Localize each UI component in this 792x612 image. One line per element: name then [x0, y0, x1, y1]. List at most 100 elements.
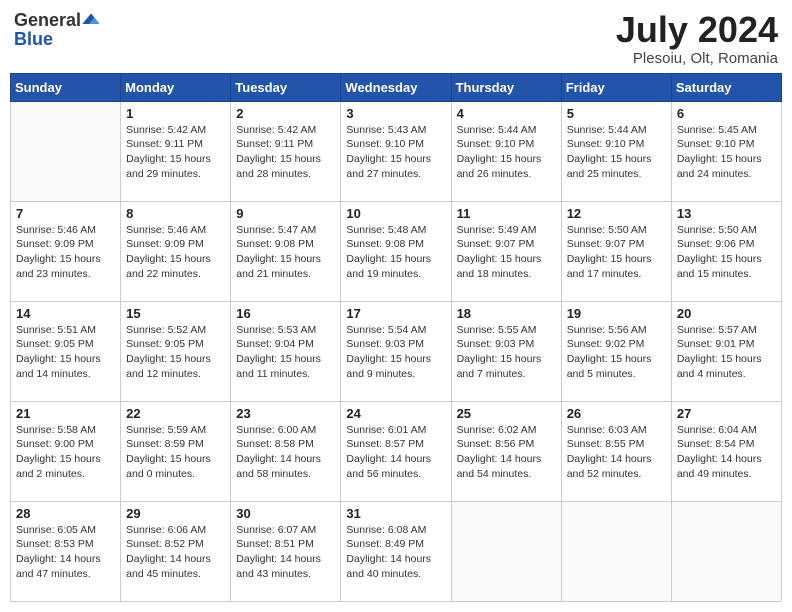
calendar-cell: 4 Sunrise: 5:44 AMSunset: 9:10 PMDaylight… [451, 101, 561, 201]
day-info: Sunrise: 5:52 AMSunset: 9:05 PMDaylight:… [126, 323, 225, 382]
weekday-header-friday: Friday [561, 73, 671, 101]
day-info: Sunrise: 5:47 AMSunset: 9:08 PMDaylight:… [236, 223, 335, 282]
calendar-title: July 2024 [616, 10, 778, 50]
weekday-header-thursday: Thursday [451, 73, 561, 101]
title-area: July 2024 Plesoiu, Olt, Romania [616, 10, 778, 67]
weekday-header-saturday: Saturday [671, 73, 781, 101]
calendar-cell: 13Sunrise: 5:50 AMSunset: 9:06 PMDayligh… [671, 201, 781, 301]
day-info: Sunrise: 5:51 AMSunset: 9:05 PMDaylight:… [16, 323, 115, 382]
day-number: 22 [126, 406, 225, 421]
day-info: Sunrise: 5:44 AMSunset: 9:10 PMDaylight:… [457, 123, 556, 182]
calendar-cell: 17 Sunrise: 5:54 AMSunset: 9:03 PMDayligh… [341, 301, 451, 401]
day-number: 4 [457, 106, 556, 121]
day-number: 27 [677, 406, 776, 421]
week-row-5: 28 Sunrise: 6:05 AMSunset: 8:53 PMDayligh… [11, 501, 782, 601]
calendar-cell: 21 Sunrise: 5:58 AMSunset: 9:00 PMDayligh… [11, 401, 121, 501]
day-info: Sunrise: 5:44 AMSunset: 9:10 PMDaylight:… [567, 123, 666, 182]
day-number: 28 [16, 506, 115, 521]
calendar-cell: 22 Sunrise: 5:59 AMSunset: 8:59 PMDayligh… [121, 401, 231, 501]
day-number: 17 [346, 306, 445, 321]
day-info: Sunrise: 5:46 AMSunset: 9:09 PMDaylight:… [126, 223, 225, 282]
day-info: Sunrise: 5:50 AMSunset: 9:07 PMDaylight:… [567, 223, 666, 282]
day-number: 21 [16, 406, 115, 421]
logo: General Blue [14, 10, 101, 48]
calendar-cell [11, 101, 121, 201]
day-number: 15 [126, 306, 225, 321]
header: General Blue July 2024 Plesoiu, Olt, Rom… [10, 10, 782, 67]
calendar-cell: 3 Sunrise: 5:43 AMSunset: 9:10 PMDaylight… [341, 101, 451, 201]
logo-blue: Blue [14, 30, 53, 48]
calendar-cell: 25 Sunrise: 6:02 AMSunset: 8:56 PMDayligh… [451, 401, 561, 501]
calendar-cell: 19 Sunrise: 5:56 AMSunset: 9:02 PMDayligh… [561, 301, 671, 401]
day-number: 13 [677, 206, 776, 221]
day-info: Sunrise: 6:04 AMSunset: 8:54 PMDaylight:… [677, 423, 776, 482]
day-info: Sunrise: 5:46 AMSunset: 9:09 PMDaylight:… [16, 223, 115, 282]
logo-general: General [14, 11, 81, 29]
calendar-table: SundayMondayTuesdayWednesdayThursdayFrid… [10, 73, 782, 602]
day-info: Sunrise: 5:56 AMSunset: 9:02 PMDaylight:… [567, 323, 666, 382]
day-number: 7 [16, 206, 115, 221]
day-number: 18 [457, 306, 556, 321]
day-number: 30 [236, 506, 335, 521]
calendar-cell: 10 Sunrise: 5:48 AMSunset: 9:08 PMDayligh… [341, 201, 451, 301]
day-number: 9 [236, 206, 335, 221]
day-info: Sunrise: 6:06 AMSunset: 8:52 PMDaylight:… [126, 523, 225, 582]
weekday-header-tuesday: Tuesday [231, 73, 341, 101]
calendar-cell: 8Sunrise: 5:46 AMSunset: 9:09 PMDaylight… [121, 201, 231, 301]
week-row-2: 7 Sunrise: 5:46 AMSunset: 9:09 PMDaylight… [11, 201, 782, 301]
week-row-1: 1 Sunrise: 5:42 AMSunset: 9:11 PMDaylight… [11, 101, 782, 201]
day-info: Sunrise: 5:42 AMSunset: 9:11 PMDaylight:… [236, 123, 335, 182]
day-number: 11 [457, 206, 556, 221]
day-info: Sunrise: 5:45 AMSunset: 9:10 PMDaylight:… [677, 123, 776, 182]
day-info: Sunrise: 6:07 AMSunset: 8:51 PMDaylight:… [236, 523, 335, 582]
calendar-cell [671, 501, 781, 601]
day-number: 12 [567, 206, 666, 221]
day-info: Sunrise: 6:08 AMSunset: 8:49 PMDaylight:… [346, 523, 445, 582]
day-number: 5 [567, 106, 666, 121]
day-info: Sunrise: 6:03 AMSunset: 8:55 PMDaylight:… [567, 423, 666, 482]
day-info: Sunrise: 6:01 AMSunset: 8:57 PMDaylight:… [346, 423, 445, 482]
day-info: Sunrise: 5:54 AMSunset: 9:03 PMDaylight:… [346, 323, 445, 382]
day-number: 3 [346, 106, 445, 121]
logo-icon [81, 10, 101, 30]
day-info: Sunrise: 5:59 AMSunset: 8:59 PMDaylight:… [126, 423, 225, 482]
day-number: 19 [567, 306, 666, 321]
weekday-header-monday: Monday [121, 73, 231, 101]
day-info: Sunrise: 5:58 AMSunset: 9:00 PMDaylight:… [16, 423, 115, 482]
calendar-cell: 29 Sunrise: 6:06 AMSunset: 8:52 PMDayligh… [121, 501, 231, 601]
calendar-cell [561, 501, 671, 601]
day-info: Sunrise: 6:02 AMSunset: 8:56 PMDaylight:… [457, 423, 556, 482]
calendar-cell: 9 Sunrise: 5:47 AMSunset: 9:08 PMDaylight… [231, 201, 341, 301]
calendar-cell: 31 Sunrise: 6:08 AMSunset: 8:49 PMDayligh… [341, 501, 451, 601]
day-info: Sunrise: 6:05 AMSunset: 8:53 PMDaylight:… [16, 523, 115, 582]
calendar-cell: 30 Sunrise: 6:07 AMSunset: 8:51 PMDayligh… [231, 501, 341, 601]
day-info: Sunrise: 5:49 AMSunset: 9:07 PMDaylight:… [457, 223, 556, 282]
day-info: Sunrise: 5:55 AMSunset: 9:03 PMDaylight:… [457, 323, 556, 382]
week-row-4: 21 Sunrise: 5:58 AMSunset: 9:00 PMDayligh… [11, 401, 782, 501]
day-number: 24 [346, 406, 445, 421]
weekday-header-sunday: Sunday [11, 73, 121, 101]
day-info: Sunrise: 5:48 AMSunset: 9:08 PMDaylight:… [346, 223, 445, 282]
day-info: Sunrise: 5:42 AMSunset: 9:11 PMDaylight:… [126, 123, 225, 182]
day-number: 14 [16, 306, 115, 321]
calendar-cell: 7 Sunrise: 5:46 AMSunset: 9:09 PMDaylight… [11, 201, 121, 301]
day-number: 6 [677, 106, 776, 121]
day-number: 10 [346, 206, 445, 221]
calendar-cell: 15 Sunrise: 5:52 AMSunset: 9:05 PMDayligh… [121, 301, 231, 401]
day-number: 25 [457, 406, 556, 421]
day-number: 29 [126, 506, 225, 521]
day-number: 26 [567, 406, 666, 421]
calendar-cell: 16Sunrise: 5:53 AMSunset: 9:04 PMDayligh… [231, 301, 341, 401]
calendar-cell: 5 Sunrise: 5:44 AMSunset: 9:10 PMDaylight… [561, 101, 671, 201]
day-info: Sunrise: 5:43 AMSunset: 9:10 PMDaylight:… [346, 123, 445, 182]
day-number: 1 [126, 106, 225, 121]
day-number: 31 [346, 506, 445, 521]
calendar-cell [451, 501, 561, 601]
day-number: 2 [236, 106, 335, 121]
calendar-cell: 6 Sunrise: 5:45 AMSunset: 9:10 PMDaylight… [671, 101, 781, 201]
calendar-cell: 2 Sunrise: 5:42 AMSunset: 9:11 PMDaylight… [231, 101, 341, 201]
calendar-cell: 23Sunrise: 6:00 AMSunset: 8:58 PMDayligh… [231, 401, 341, 501]
day-number: 23 [236, 406, 335, 421]
calendar-cell: 24 Sunrise: 6:01 AMSunset: 8:57 PMDayligh… [341, 401, 451, 501]
calendar-cell: 26 Sunrise: 6:03 AMSunset: 8:55 PMDayligh… [561, 401, 671, 501]
